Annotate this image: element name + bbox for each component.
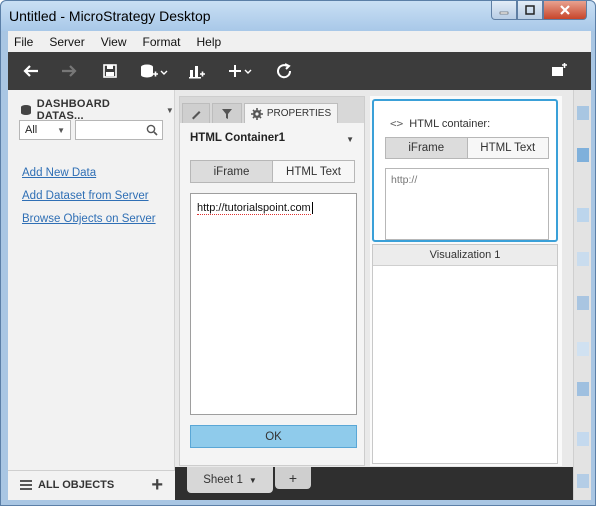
grid-viz-icon[interactable] bbox=[577, 106, 589, 120]
menu-server[interactable]: Server bbox=[49, 35, 84, 49]
insert-menu-button[interactable] bbox=[228, 61, 254, 81]
dataset-header-label: DASHBOARD DATAS... bbox=[36, 98, 111, 122]
close-button[interactable] bbox=[543, 1, 587, 20]
toolbar bbox=[8, 52, 591, 90]
dashboard-canvas: <> HTML container: iFrame HTML Text http… bbox=[370, 96, 562, 466]
dataset-panel: DASHBOARD DATAS... ▼ All ▼ Add New Data … bbox=[8, 90, 175, 500]
ok-button[interactable]: OK bbox=[190, 425, 357, 448]
chevron-down-icon[interactable]: ▼ bbox=[346, 135, 354, 144]
add-data-button[interactable] bbox=[140, 61, 168, 81]
database-icon bbox=[21, 105, 31, 115]
presentation-button[interactable] bbox=[550, 61, 568, 81]
add-sheet-button[interactable]: + bbox=[275, 467, 311, 489]
html-container-title: <> HTML container: bbox=[390, 117, 490, 130]
redo-button[interactable] bbox=[60, 61, 78, 81]
pencil-icon bbox=[192, 110, 201, 119]
window-title: Untitled - MicroStrategy Desktop bbox=[9, 8, 211, 24]
minimize-button[interactable] bbox=[491, 1, 517, 20]
database-add-icon bbox=[141, 64, 168, 78]
all-objects-label[interactable]: ALL OBJECTS bbox=[38, 479, 114, 491]
properties-tabs: PROPERTIES bbox=[180, 97, 364, 123]
chevron-down-icon: ▼ bbox=[57, 126, 65, 135]
minimize-icon bbox=[499, 11, 509, 15]
dataset-header[interactable]: DASHBOARD DATAS... ▼ bbox=[20, 98, 174, 122]
url-value: http://tutorialspoint.com bbox=[197, 202, 311, 215]
sheet-tab-label: Sheet 1 bbox=[203, 474, 243, 486]
list-icon bbox=[20, 479, 32, 494]
html-container-widget[interactable]: <> HTML container: iFrame HTML Text http… bbox=[372, 99, 558, 242]
iframe-mode-button[interactable]: iFrame bbox=[191, 161, 273, 182]
visualization-gallery-strip bbox=[573, 90, 591, 500]
code-icon: <> bbox=[390, 117, 404, 130]
sheet-tab-1[interactable]: Sheet 1 ▼ bbox=[187, 467, 273, 493]
menu-format[interactable]: Format bbox=[142, 35, 180, 49]
line-chart-viz-icon[interactable] bbox=[577, 252, 589, 266]
add-dataset-from-server-link[interactable]: Add Dataset from Server bbox=[22, 190, 149, 202]
undo-button[interactable] bbox=[22, 61, 40, 81]
menu-help[interactable]: Help bbox=[197, 35, 222, 49]
widget-mode-toggle: iFrame HTML Text bbox=[385, 137, 549, 159]
save-button[interactable] bbox=[102, 61, 118, 81]
app-window: Untitled - MicroStrategy Desktop File Se… bbox=[0, 0, 596, 506]
tab-properties[interactable]: PROPERTIES bbox=[244, 103, 338, 123]
refresh-icon bbox=[277, 63, 292, 79]
redo-icon bbox=[62, 65, 77, 77]
add-new-data-link[interactable]: Add New Data bbox=[22, 167, 96, 179]
add-visualization-button[interactable] bbox=[188, 61, 206, 81]
chart-add-icon bbox=[189, 66, 205, 79]
object-filter-select[interactable]: All ▼ bbox=[19, 120, 71, 140]
presentation-icon bbox=[552, 63, 567, 76]
map-viz-icon[interactable] bbox=[577, 432, 589, 446]
html-text-mode-button[interactable]: HTML Text bbox=[273, 161, 354, 182]
maximize-icon bbox=[525, 5, 535, 15]
menu-view[interactable]: View bbox=[101, 35, 127, 49]
object-filter-value: All bbox=[25, 124, 38, 136]
maximize-button[interactable] bbox=[517, 1, 543, 20]
add-object-button[interactable]: + bbox=[151, 474, 163, 497]
main-content: DASHBOARD DATAS... ▼ All ▼ Add New Data … bbox=[8, 90, 591, 500]
more-viz-icon[interactable] bbox=[577, 474, 589, 488]
gear-icon bbox=[250, 107, 263, 120]
save-icon bbox=[103, 64, 117, 78]
visualization-title: Visualization 1 bbox=[373, 245, 557, 266]
title-bar: Untitled - MicroStrategy Desktop bbox=[1, 1, 595, 31]
menu-bar: File Server View Format Help bbox=[8, 31, 591, 52]
visualization-widget[interactable]: Visualization 1 bbox=[372, 244, 558, 464]
scatter-viz-icon[interactable] bbox=[577, 342, 589, 356]
container-name[interactable]: HTML Container1 bbox=[190, 132, 285, 144]
close-icon bbox=[560, 5, 570, 15]
tab-properties-label: PROPERTIES bbox=[266, 108, 332, 119]
tab-filter[interactable] bbox=[212, 103, 242, 123]
bar-chart-viz-icon[interactable] bbox=[577, 208, 589, 222]
browse-objects-link[interactable]: Browse Objects on Server bbox=[22, 213, 156, 225]
menu-file[interactable]: File bbox=[14, 35, 33, 49]
chevron-down-icon[interactable]: ▼ bbox=[249, 476, 257, 485]
widget-iframe-button[interactable]: iFrame bbox=[386, 138, 468, 158]
area-chart-viz-icon[interactable] bbox=[577, 296, 589, 310]
object-search-input[interactable] bbox=[75, 120, 163, 140]
pie-chart-viz-icon[interactable] bbox=[577, 382, 589, 396]
refresh-button[interactable] bbox=[276, 61, 294, 81]
url-input[interactable]: http://tutorialspoint.com bbox=[190, 193, 357, 415]
search-icon bbox=[146, 124, 158, 139]
sheet-tabs-bar: Sheet 1 ▼ + bbox=[175, 467, 573, 500]
widget-html-text-button[interactable]: HTML Text bbox=[467, 138, 548, 158]
plus-dropdown-icon bbox=[229, 65, 252, 77]
tab-edit[interactable] bbox=[182, 103, 210, 123]
content-mode-toggle: iFrame HTML Text bbox=[190, 160, 355, 183]
heatmap-viz-icon[interactable] bbox=[577, 148, 589, 162]
filter-icon bbox=[222, 108, 232, 119]
undo-icon bbox=[23, 65, 38, 77]
window-controls bbox=[491, 1, 587, 21]
widget-url-input[interactable]: http:// bbox=[385, 168, 549, 240]
text-cursor bbox=[311, 202, 313, 215]
chevron-down-icon: ▼ bbox=[165, 105, 174, 115]
html-container-label: HTML container: bbox=[409, 117, 491, 130]
properties-panel: PROPERTIES HTML Container1 ▼ iFrame HTML… bbox=[179, 96, 365, 466]
all-objects-bar: ALL OBJECTS + bbox=[8, 470, 175, 500]
